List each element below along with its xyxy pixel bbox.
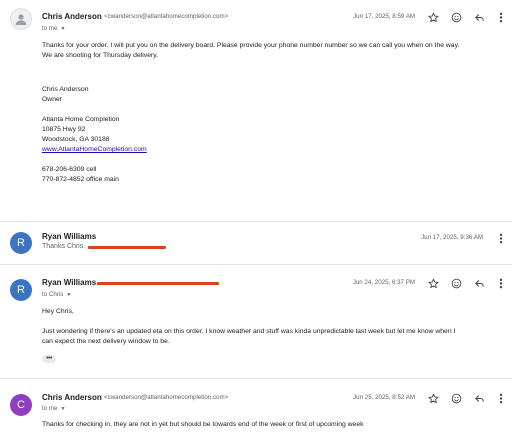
- emoji-icon[interactable]: [449, 276, 463, 290]
- avatar-default[interactable]: [10, 8, 32, 30]
- signature-website-link[interactable]: www.AtlantaHomeCompletion.com: [42, 145, 147, 155]
- recipients-label: to me: [42, 25, 58, 32]
- greeting: Hey Chris,: [42, 308, 74, 315]
- more-vert-icon[interactable]: [494, 276, 508, 290]
- sender-name[interactable]: Ryan Williams: [42, 232, 96, 241]
- signature-title: Owner: [42, 96, 63, 103]
- chevron-down-icon: ▼: [60, 406, 66, 412]
- more-vert-icon[interactable]: [494, 231, 508, 245]
- message-4: C Chris Anderson <cwanderson@atlantahome…: [0, 379, 512, 442]
- sender-name[interactable]: Ryan Williams: [42, 278, 96, 287]
- body-line: Just wondering if there's an updated eta…: [42, 328, 456, 335]
- recipients-label: to Chris: [42, 291, 64, 298]
- more-vert-icon[interactable]: [494, 391, 508, 405]
- message-body: Thanks for your order. I will put you on…: [42, 41, 459, 61]
- body-line: Thanks for checking in, they are not in …: [42, 421, 364, 428]
- sender-email: <cwanderson@atlantahomecompletion.com>: [104, 394, 229, 401]
- reply-icon[interactable]: [472, 276, 486, 290]
- show-trimmed-content-button[interactable]: •••: [42, 355, 56, 363]
- message-body: Hey Chris, Just wondering if there's an …: [42, 307, 455, 347]
- redaction-bar: [88, 246, 166, 249]
- emoji-icon[interactable]: [449, 10, 463, 24]
- signature-address2: Woodstock, GA 30188: [42, 136, 110, 143]
- signature-phone-office: 770-872-4852 office main: [42, 176, 119, 183]
- body-line: We are shooting for Thursday delivery.: [42, 52, 158, 59]
- message-date[interactable]: Jun 24, 2025, 6:37 PM: [353, 279, 415, 286]
- message-1: Chris Anderson <cwanderson@atlantahomeco…: [0, 0, 512, 205]
- sender-name[interactable]: Chris Anderson: [42, 12, 102, 21]
- chevron-down-icon: ▼: [60, 26, 66, 32]
- message-snippet: Thanks Chris.: [42, 243, 86, 250]
- signature-address1: 10875 Hwy 92: [42, 126, 86, 133]
- body-line: can expect the next delivery window to b…: [42, 338, 170, 345]
- signature-name: Chris Anderson: [42, 86, 89, 93]
- message-2[interactable]: R Ryan Williams Thanks Chris. Jun 17, 20…: [0, 222, 512, 264]
- message-body: Thanks for checking in, they are not in …: [42, 420, 364, 430]
- star-icon[interactable]: [426, 276, 440, 290]
- message-3: R Ryan Williams to Chris ▼ Jun 24, 2025, …: [0, 265, 512, 375]
- recipients-toggle[interactable]: to Chris ▼: [42, 291, 71, 298]
- signature-phone-cell: 678-206-6309 cell: [42, 166, 97, 173]
- more-vert-icon[interactable]: [494, 10, 508, 24]
- star-icon[interactable]: [426, 10, 440, 24]
- sender-name[interactable]: Chris Anderson: [42, 393, 102, 402]
- star-icon[interactable]: [426, 391, 440, 405]
- recipients-toggle[interactable]: to me ▼: [42, 25, 65, 32]
- body-line: Thanks for your order. I will put you on…: [42, 42, 460, 49]
- signature-company: Atlanta Home Completion: [42, 116, 120, 123]
- redaction-bar: [97, 282, 219, 285]
- person-icon: [15, 14, 27, 25]
- message-date[interactable]: Jun 17, 2025, 9:36 AM: [421, 234, 483, 241]
- emoji-icon[interactable]: [449, 391, 463, 405]
- sender-email: <cwanderson@atlantahomecompletion.com>: [104, 13, 229, 20]
- recipients-toggle[interactable]: to me ▼: [42, 405, 65, 412]
- avatar[interactable]: R: [10, 279, 32, 301]
- signature: Chris Anderson Owner Atlanta Home Comple…: [42, 85, 147, 185]
- avatar[interactable]: C: [10, 394, 32, 416]
- avatar[interactable]: R: [10, 232, 32, 254]
- reply-icon[interactable]: [472, 391, 486, 405]
- message-date[interactable]: Jun 17, 2025, 8:59 AM: [353, 13, 415, 20]
- chevron-down-icon: ▼: [66, 292, 72, 298]
- reply-icon[interactable]: [472, 10, 486, 24]
- recipients-label: to me: [42, 405, 58, 412]
- message-date[interactable]: Jun 25, 2025, 8:52 AM: [353, 394, 415, 401]
